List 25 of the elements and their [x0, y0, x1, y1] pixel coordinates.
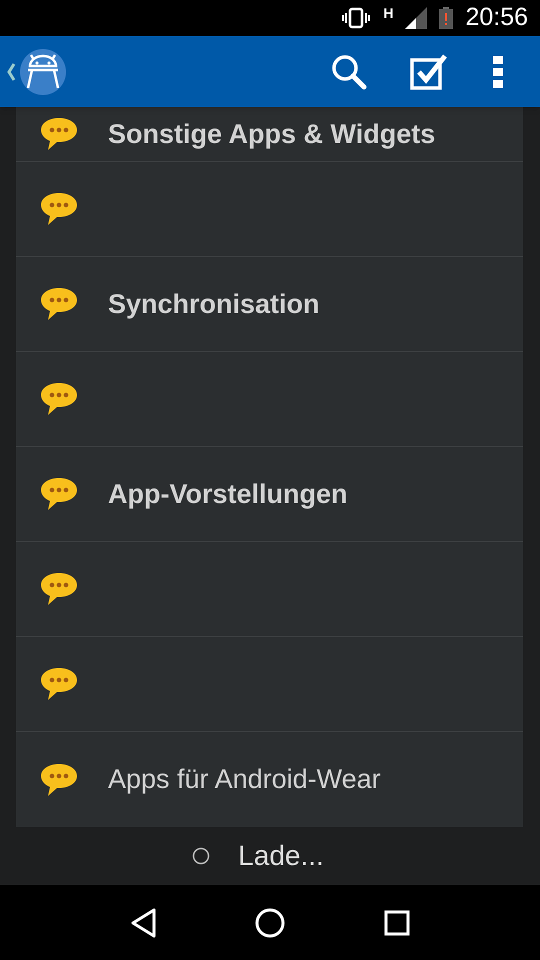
- speech-bubble-icon: [40, 286, 78, 322]
- back-icon[interactable]: [130, 908, 156, 938]
- speech-bubble-icon: [40, 191, 78, 227]
- battery-icon: [439, 7, 454, 29]
- recents-icon[interactable]: [384, 910, 410, 936]
- list-item[interactable]: App-Vorstellungen: [16, 447, 523, 542]
- network-type: H: [383, 4, 394, 22]
- speech-bubble-icon: [40, 666, 78, 702]
- list-item[interactable]: Synchronisation: [16, 257, 523, 352]
- signal-icon: [405, 7, 428, 29]
- loading-spinner: [192, 847, 210, 865]
- speech-bubble-icon: [40, 476, 78, 512]
- loading-text: Lade...: [238, 839, 324, 873]
- list-item[interactable]: Sonstige Apps & Widgets: [16, 107, 523, 162]
- speech-bubble-icon: [40, 571, 78, 607]
- checkbox-icon: [410, 54, 448, 90]
- home-icon[interactable]: [254, 908, 285, 938]
- speech-bubble-icon: [40, 116, 78, 152]
- search-icon: [330, 52, 368, 90]
- list-item[interactable]: Apps für Android-Wear: [16, 732, 523, 827]
- speech-bubble-icon: [40, 762, 78, 798]
- clock: 20:56: [465, 2, 528, 34]
- speech-bubble-icon: [40, 381, 78, 417]
- menu-icon: [493, 56, 503, 88]
- vibrate-icon: [341, 7, 372, 29]
